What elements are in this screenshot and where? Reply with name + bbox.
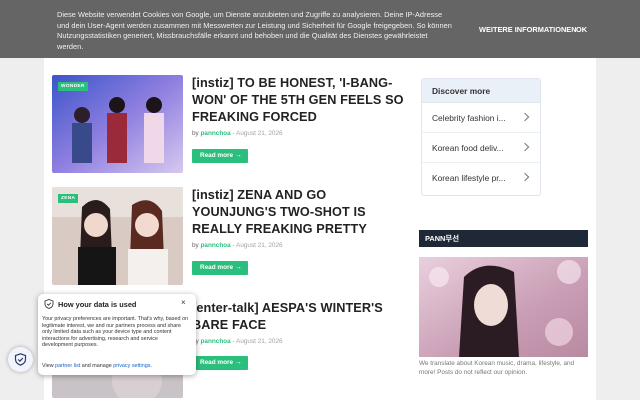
discover-item[interactable]: Korean food deliv... xyxy=(422,133,540,163)
cookie-notice-text: Diese Website verwendet Cookies von Goog… xyxy=(57,10,452,51)
partner-list-link[interactable]: partner list xyxy=(55,363,80,369)
post-meta: by pannchoa - August 21, 2026 xyxy=(192,242,283,249)
by-label: by xyxy=(192,130,199,137)
more-info-button[interactable]: WEITERE INFORMATIONEN xyxy=(479,25,577,34)
shield-check-icon xyxy=(14,353,27,366)
post-title[interactable]: [instiz] TO BE HONEST, 'I-BANG-WON' OF T… xyxy=(192,75,410,126)
privacy-popup: How your data is used × Your privacy pre… xyxy=(38,294,196,375)
privacy-popup-body: Your privacy preferences are important. … xyxy=(42,316,188,349)
post-meta: by pannchoa - August 21, 2026 xyxy=(192,338,283,345)
cookie-ok-button[interactable]: OK xyxy=(576,25,587,34)
discover-item[interactable]: Celebrity fashion i... xyxy=(422,103,540,133)
author-link[interactable]: pannchoa xyxy=(201,130,231,137)
author-link[interactable]: pannchoa xyxy=(201,338,231,345)
shield-icon xyxy=(44,299,54,309)
chevron-right-icon xyxy=(520,172,530,182)
period-label: . xyxy=(150,363,152,369)
privacy-links: View partner list and manage privacy set… xyxy=(42,363,152,369)
read-more-button[interactable]: Read more → xyxy=(192,261,248,275)
widget-photo xyxy=(419,257,588,357)
arrow-right-icon: → xyxy=(234,359,242,366)
cookie-consent-bar: Diese Website verwendet Cookies von Goog… xyxy=(0,0,640,58)
chevron-right-icon xyxy=(520,112,530,122)
discover-more-widget: Discover more Celebrity fashion i... Kor… xyxy=(421,78,541,196)
privacy-settings-link[interactable]: privacy settings xyxy=(113,363,150,369)
arrow-right-icon: → xyxy=(234,264,242,271)
post-date: - August 21, 2026 xyxy=(232,130,283,137)
arrow-right-icon: → xyxy=(234,152,242,159)
discover-item[interactable]: Korean lifestyle pr... xyxy=(422,163,540,193)
discover-item-label: Korean food deliv... xyxy=(432,143,504,153)
and-manage-label: and manage xyxy=(81,363,112,369)
author-link[interactable]: pannchoa xyxy=(201,242,231,249)
by-label: by xyxy=(192,242,199,249)
post-card: ZENA [instiz] ZENA AND GO YOUNJUNG'S TWO… xyxy=(52,187,412,287)
post-date: - August 21, 2026 xyxy=(232,338,283,345)
read-more-button[interactable]: Read more → xyxy=(192,149,248,163)
category-tag[interactable]: ZENA xyxy=(58,194,79,203)
post-card: WONDER [instiz] TO BE HONEST, 'I-BANG-WO… xyxy=(52,75,412,175)
privacy-settings-button[interactable] xyxy=(8,347,33,372)
category-tag[interactable]: WONDER xyxy=(58,82,88,91)
chevron-right-icon xyxy=(520,142,530,152)
read-more-label: Read more xyxy=(200,359,234,366)
post-title[interactable]: [instiz] ZENA AND GO YOUNJUNG'S TWO-SHOT… xyxy=(192,187,410,238)
close-icon[interactable]: × xyxy=(181,298,186,307)
sidebar-widget-title: PANN무선 xyxy=(419,230,588,247)
discover-item-label: Korean lifestyle pr... xyxy=(432,173,506,183)
discover-more-title: Discover more xyxy=(422,79,540,103)
post-thumbnail[interactable]: ZENA xyxy=(52,187,183,285)
read-more-button[interactable]: Read more → xyxy=(192,356,248,370)
post-meta: by pannchoa - August 21, 2026 xyxy=(192,130,283,137)
view-label: View xyxy=(42,363,54,369)
post-date: - August 21, 2026 xyxy=(232,242,283,249)
privacy-popup-title: How your data is used xyxy=(58,300,137,309)
read-more-label: Read more xyxy=(200,152,234,159)
post-thumbnail[interactable]: WONDER xyxy=(52,75,183,173)
discover-item-label: Celebrity fashion i... xyxy=(432,113,506,123)
read-more-label: Read more xyxy=(200,264,234,271)
sidebar-widget-description: We translate about Korean music, drama, … xyxy=(419,360,575,376)
sidebar-widget-image[interactable] xyxy=(419,257,588,357)
post-title[interactable]: [enter-talk] AESPA'S WINTER'S BARE FACE xyxy=(192,300,410,334)
